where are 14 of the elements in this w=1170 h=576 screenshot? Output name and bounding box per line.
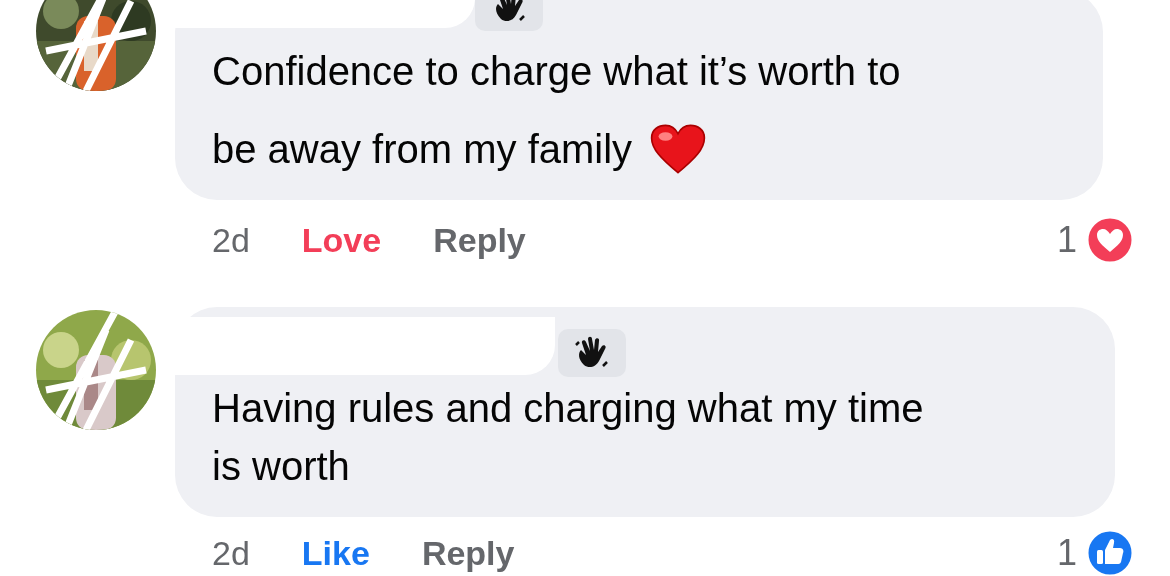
reaction-count: 1 — [1056, 219, 1077, 261]
reaction-count: 1 — [1056, 532, 1077, 574]
reaction-button[interactable]: Love — [301, 220, 382, 260]
reply-button[interactable]: Reply — [421, 533, 515, 573]
timestamp: 2d — [212, 220, 250, 260]
thumbs-up-icon[interactable] — [1085, 528, 1135, 576]
heart-icon — [650, 124, 707, 174]
comment-text: be away from my family — [212, 110, 1073, 188]
timestamp: 2d — [212, 533, 250, 573]
comment-text: Confidence to charge what it’s worth to — [212, 48, 902, 95]
reaction-button[interactable]: Like — [301, 533, 370, 573]
reply-button[interactable]: Reply — [433, 220, 526, 260]
comment-text: is worth — [212, 443, 351, 490]
comment-text: Having rules and charging what my time — [212, 385, 925, 432]
